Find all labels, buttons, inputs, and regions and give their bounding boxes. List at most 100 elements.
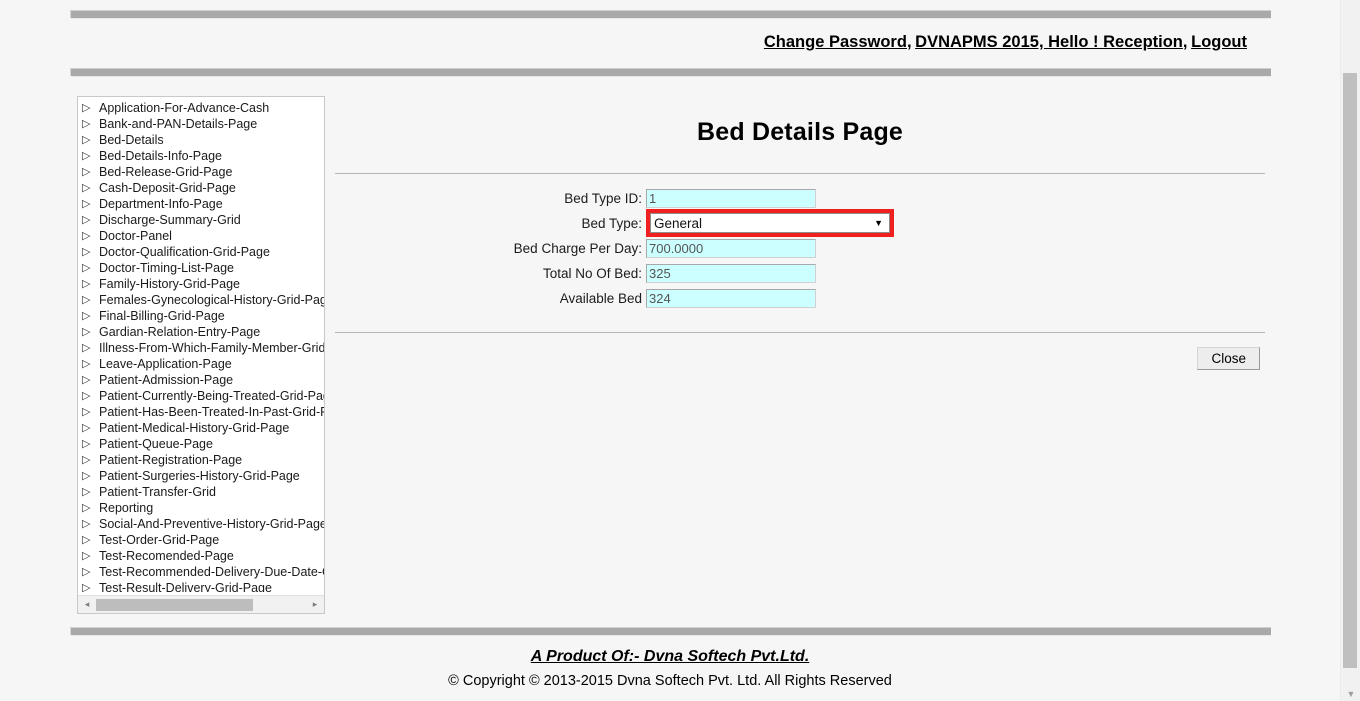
scroll-down-arrow-icon[interactable]: ▼ bbox=[1341, 689, 1360, 699]
expander-triangle-icon[interactable]: ▷ bbox=[82, 212, 99, 228]
sidebar-item-label: Patient-Admission-Page bbox=[99, 373, 234, 387]
sidebar-item[interactable]: ▷ Leave-Application-Page bbox=[78, 356, 324, 372]
expander-triangle-icon[interactable]: ▷ bbox=[82, 260, 99, 276]
expander-triangle-icon[interactable]: ▷ bbox=[82, 404, 99, 420]
sidebar-item[interactable]: ▷ Patient-Surgeries-History-Grid-Page bbox=[78, 468, 324, 484]
scrollbar-thumb[interactable] bbox=[96, 599, 253, 611]
browser-scrollbar-thumb[interactable] bbox=[1343, 73, 1357, 668]
expander-triangle-icon[interactable]: ▷ bbox=[82, 436, 99, 452]
sidebar-item[interactable]: ▷ Bed-Release-Grid-Page bbox=[78, 164, 324, 180]
field-label: Bed Type: bbox=[581, 215, 642, 231]
expander-triangle-icon[interactable]: ▷ bbox=[82, 484, 99, 500]
expander-triangle-icon[interactable]: ▷ bbox=[82, 548, 99, 564]
expander-triangle-icon[interactable]: ▷ bbox=[82, 420, 99, 436]
sidebar-tree-list: ▷ Application-For-Advance-Cash ▷ Bank-and-P… bbox=[78, 100, 324, 592]
expander-triangle-icon[interactable]: ▷ bbox=[82, 356, 99, 372]
sidebar-item-label: Social-And-Preventive-History-Grid-Page bbox=[99, 517, 324, 531]
sidebar-item[interactable]: ▷ Gardian-Relation-Entry-Page bbox=[78, 324, 324, 340]
form-row: Bed Type ID: bbox=[335, 186, 1265, 210]
bed-type-highlight-box: General ▼ bbox=[646, 209, 894, 237]
expander-triangle-icon[interactable]: ▷ bbox=[82, 180, 99, 196]
expander-triangle-icon[interactable]: ▷ bbox=[82, 116, 99, 132]
form-row: Bed Charge Per Day: bbox=[335, 236, 1265, 260]
button-row: Close bbox=[335, 347, 1265, 370]
sidebar-item[interactable]: ▷ Test-Result-Delivery-Grid-Page bbox=[78, 580, 324, 592]
sidebar-item[interactable]: ▷ Test-Recomended-Page bbox=[78, 548, 324, 564]
expander-triangle-icon[interactable]: ▷ bbox=[82, 340, 99, 356]
expander-triangle-icon[interactable]: ▷ bbox=[82, 564, 99, 580]
sidebar-item[interactable]: ▷ Patient-Currently-Being-Treated-Grid-Pa… bbox=[78, 388, 324, 404]
expander-triangle-icon[interactable]: ▷ bbox=[82, 468, 99, 484]
logout-link[interactable]: Logout bbox=[1191, 33, 1247, 51]
sidebar-item[interactable]: ▷ Illness-From-Which-Family-Member-Grid bbox=[78, 340, 324, 356]
expander-triangle-icon[interactable]: ▷ bbox=[82, 292, 99, 308]
sidebar-item-label: Leave-Application-Page bbox=[99, 357, 232, 371]
sidebar-item-label: Bed-Details bbox=[99, 133, 164, 147]
change-password-link[interactable]: Change Password bbox=[764, 33, 907, 51]
sidebar-item[interactable]: ▷ Family-History-Grid-Page bbox=[78, 276, 324, 292]
scroll-right-arrow-icon[interactable]: ▸ bbox=[307, 596, 323, 613]
expander-triangle-icon[interactable]: ▷ bbox=[82, 324, 99, 340]
sidebar-item[interactable]: ▷ Department-Info-Page bbox=[78, 196, 324, 212]
sidebar-item[interactable]: ▷ Bank-and-PAN-Details-Page bbox=[78, 116, 324, 132]
footer-product-link[interactable]: A Product Of:- Dvna Softech Pvt.Ltd. bbox=[531, 648, 810, 665]
browser-vertical-scrollbar[interactable]: ▼ bbox=[1340, 0, 1360, 701]
field-input[interactable] bbox=[646, 263, 816, 283]
expander-triangle-icon[interactable]: ▷ bbox=[82, 276, 99, 292]
sidebar-item[interactable]: ▷ Doctor-Panel bbox=[78, 228, 324, 244]
expander-triangle-icon[interactable]: ▷ bbox=[82, 580, 99, 592]
close-button[interactable]: Close bbox=[1197, 347, 1260, 370]
expander-triangle-icon[interactable]: ▷ bbox=[82, 228, 99, 244]
sidebar-item[interactable]: ▷ Bed-Details bbox=[78, 132, 324, 148]
sidebar-horizontal-scrollbar[interactable]: ◂ ▸ bbox=[78, 595, 324, 613]
expander-triangle-icon[interactable]: ▷ bbox=[82, 532, 99, 548]
expander-triangle-icon[interactable]: ▷ bbox=[82, 452, 99, 468]
expander-triangle-icon[interactable]: ▷ bbox=[82, 388, 99, 404]
expander-triangle-icon[interactable]: ▷ bbox=[82, 148, 99, 164]
expander-triangle-icon[interactable]: ▷ bbox=[82, 308, 99, 324]
sidebar-item[interactable]: ▷ Patient-Admission-Page bbox=[78, 372, 324, 388]
sidebar-item[interactable]: ▷ Females-Gynecological-History-Grid-Page bbox=[78, 292, 324, 308]
expander-triangle-icon[interactable]: ▷ bbox=[82, 164, 99, 180]
divider-bar-second bbox=[70, 68, 1271, 77]
field-input[interactable] bbox=[646, 238, 816, 258]
sidebar-item[interactable]: ▷ Bed-Details-Info-Page bbox=[78, 148, 324, 164]
sidebar-item-label: Family-History-Grid-Page bbox=[99, 277, 240, 291]
sidebar-item[interactable]: ▷ Doctor-Timing-List-Page bbox=[78, 260, 324, 276]
expander-triangle-icon[interactable]: ▷ bbox=[82, 372, 99, 388]
header-links: Change Password, DVNAPMS 2015, Hello ! R… bbox=[764, 33, 1247, 52]
sidebar-item-label: Patient-Surgeries-History-Grid-Page bbox=[99, 469, 300, 483]
expander-triangle-icon[interactable]: ▷ bbox=[82, 244, 99, 260]
scroll-left-arrow-icon[interactable]: ◂ bbox=[79, 596, 95, 613]
sidebar-item[interactable]: ▷Test-Recommended-Delivery-Due-Date-Grid… bbox=[78, 564, 324, 580]
form-row: Total No Of Bed: bbox=[335, 261, 1265, 285]
expander-triangle-icon[interactable]: ▷ bbox=[82, 132, 99, 148]
footer: A Product Of:- Dvna Softech Pvt.Ltd. © C… bbox=[70, 648, 1270, 689]
divider-bar-top bbox=[70, 10, 1271, 19]
sidebar-item[interactable]: ▷ Reporting bbox=[78, 500, 324, 516]
user-greeting-link[interactable]: DVNAPMS 2015, Hello ! Reception bbox=[915, 33, 1183, 51]
sidebar-item[interactable]: ▷Patient-Has-Been-Treated-In-Past-Grid-P… bbox=[78, 404, 324, 420]
sidebar-tree-panel[interactable]: ▷ Application-For-Advance-Cash ▷ Bank-and-P… bbox=[77, 96, 325, 614]
field-input[interactable] bbox=[646, 188, 816, 208]
sidebar-item[interactable]: ▷ Discharge-Summary-Grid bbox=[78, 212, 324, 228]
sidebar-item[interactable]: ▷ Patient-Registration-Page bbox=[78, 452, 324, 468]
sidebar-item[interactable]: ▷ Final-Billing-Grid-Page bbox=[78, 308, 324, 324]
sidebar-item[interactable]: ▷ Social-And-Preventive-History-Grid-Page bbox=[78, 516, 324, 532]
sidebar-item[interactable]: ▷ Patient-Queue-Page bbox=[78, 436, 324, 452]
sidebar-item[interactable]: ▷ Application-For-Advance-Cash bbox=[78, 100, 324, 116]
sidebar-item[interactable]: ▷ Patient-Transfer-Grid bbox=[78, 484, 324, 500]
expander-triangle-icon[interactable]: ▷ bbox=[82, 100, 99, 116]
sidebar-item-label: Doctor-Qualification-Grid-Page bbox=[99, 245, 270, 259]
sidebar-item[interactable]: ▷ Cash-Deposit-Grid-Page bbox=[78, 180, 324, 196]
sidebar-item[interactable]: ▷ Doctor-Qualification-Grid-Page bbox=[78, 244, 324, 260]
bed-type-select[interactable]: General bbox=[650, 213, 890, 233]
expander-triangle-icon[interactable]: ▷ bbox=[82, 196, 99, 212]
expander-triangle-icon[interactable]: ▷ bbox=[82, 516, 99, 532]
sidebar-item-label: Bed-Release-Grid-Page bbox=[99, 165, 233, 179]
sidebar-item-label: Discharge-Summary-Grid bbox=[99, 213, 241, 227]
sidebar-item[interactable]: ▷ Patient-Medical-History-Grid-Page bbox=[78, 420, 324, 436]
expander-triangle-icon[interactable]: ▷ bbox=[82, 500, 99, 516]
sidebar-item[interactable]: ▷ Test-Order-Grid-Page bbox=[78, 532, 324, 548]
field-input[interactable] bbox=[646, 288, 816, 308]
